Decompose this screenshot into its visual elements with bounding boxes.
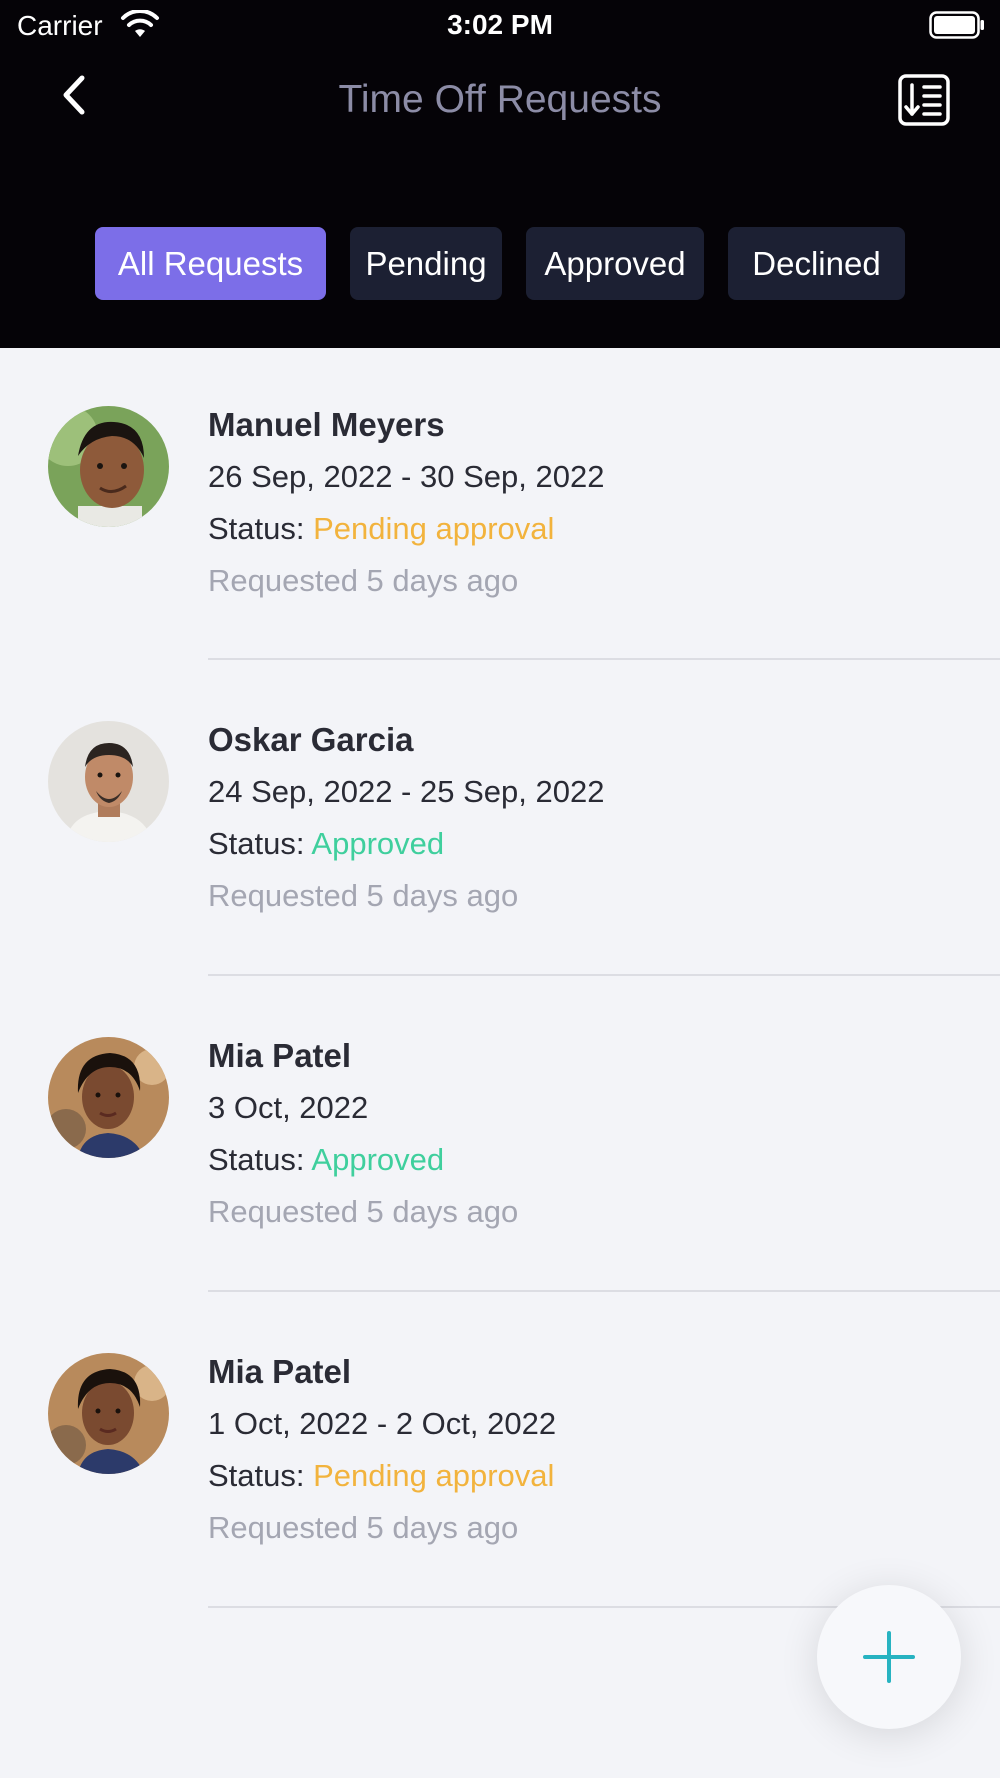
requester-name: Mia Patel xyxy=(208,1353,352,1390)
requested-time: Requested 5 days ago xyxy=(208,878,519,913)
request-list: Manuel Meyers 26 Sep, 2022 - 30 Sep, 202… xyxy=(0,348,1000,1608)
avatar xyxy=(48,721,169,842)
status-value: Pending approval xyxy=(313,1458,555,1493)
sort-list-icon[interactable] xyxy=(898,74,952,126)
requested-time: Requested 5 days ago xyxy=(208,563,519,598)
request-dates: 3 Oct, 2022 xyxy=(208,1090,369,1125)
tab-pending[interactable]: Pending xyxy=(350,227,502,300)
header: Carrier 3:02 PM Time Off Requests All Re… xyxy=(0,0,1000,348)
tab-all-requests[interactable]: All Requests xyxy=(95,227,326,300)
status-label: Status: xyxy=(208,511,305,546)
tab-declined[interactable]: Declined xyxy=(728,227,905,300)
clock: 3:02 PM xyxy=(447,9,553,40)
battery-icon xyxy=(929,11,984,39)
request-dates: 26 Sep, 2022 - 30 Sep, 2022 xyxy=(208,459,605,494)
list-item[interactable]: Mia Patel 3 Oct, 2022 Status: Approved R… xyxy=(0,976,1000,1292)
divider xyxy=(208,658,1000,660)
requested-time: Requested 5 days ago xyxy=(208,1194,519,1229)
filter-tabs: All Requests Pending Approved Declined xyxy=(0,227,1000,300)
status-value: Approved xyxy=(311,1142,445,1177)
plus-icon xyxy=(863,1631,915,1683)
requester-name: Manuel Meyers xyxy=(208,406,445,443)
status-value: Pending approval xyxy=(313,511,555,546)
request-dates: 24 Sep, 2022 - 25 Sep, 2022 xyxy=(208,774,605,809)
list-item[interactable]: Mia Patel 1 Oct, 2022 - 2 Oct, 2022 Stat… xyxy=(0,1290,1000,1608)
requester-name: Oskar Garcia xyxy=(208,721,414,758)
tab-approved[interactable]: Approved xyxy=(526,227,704,300)
status-value: Approved xyxy=(311,826,445,861)
requester-name: Mia Patel xyxy=(208,1037,352,1074)
status-label: Status: xyxy=(208,826,305,861)
request-status: Status: Pending approval xyxy=(208,1458,554,1494)
request-status: Status: Approved xyxy=(208,1142,444,1178)
list-item[interactable]: Manuel Meyers 26 Sep, 2022 - 30 Sep, 202… xyxy=(0,348,1000,662)
avatar xyxy=(48,1037,169,1158)
request-status: Status: Pending approval xyxy=(208,511,554,547)
request-status: Status: Approved xyxy=(208,826,444,862)
add-request-button[interactable] xyxy=(817,1585,961,1729)
request-dates: 1 Oct, 2022 - 2 Oct, 2022 xyxy=(208,1406,557,1441)
requested-time: Requested 5 days ago xyxy=(208,1510,519,1545)
status-label: Status: xyxy=(208,1142,305,1177)
avatar xyxy=(48,1353,169,1474)
avatar xyxy=(48,406,169,527)
status-label: Status: xyxy=(208,1458,305,1493)
page-title: Time Off Requests xyxy=(338,78,662,121)
list-item[interactable]: Oskar Garcia 24 Sep, 2022 - 25 Sep, 2022… xyxy=(0,662,1000,976)
status-bar: Carrier 3:02 PM xyxy=(0,0,1000,50)
